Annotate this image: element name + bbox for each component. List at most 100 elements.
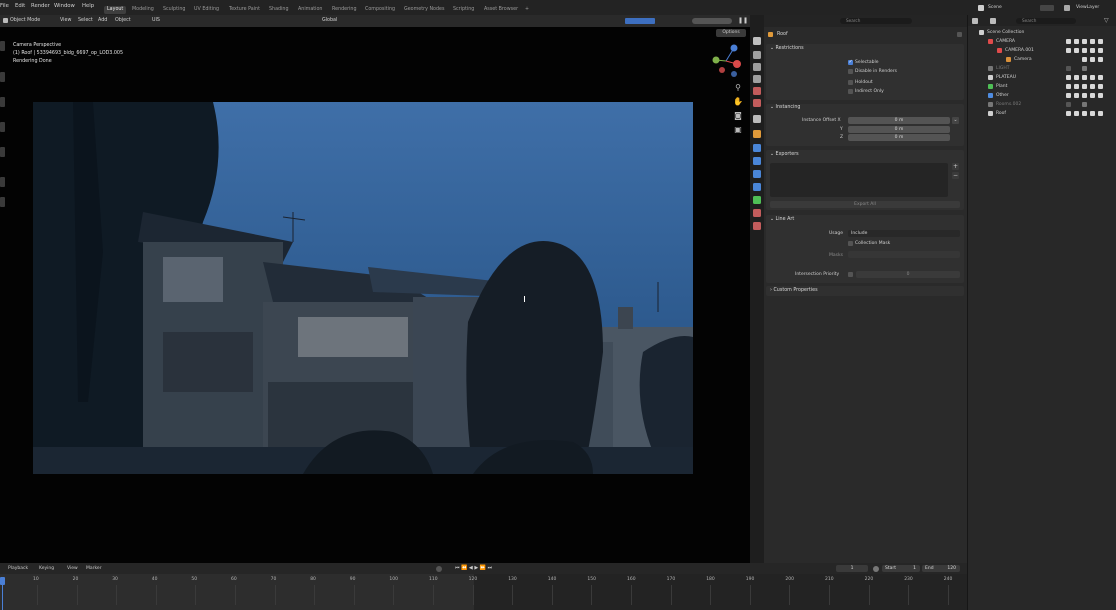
view-layer-tab-icon[interactable]: [753, 75, 761, 83]
outliner-row-scene-collection[interactable]: Scene Collection: [968, 28, 1116, 37]
select-arrow-icon[interactable]: [1074, 111, 1079, 116]
lock-icon[interactable]: ▣: [733, 125, 743, 135]
eye-icon[interactable]: [1082, 84, 1087, 89]
checkbox-icon[interactable]: [1066, 39, 1071, 44]
camera-render-icon[interactable]: [1090, 84, 1095, 89]
eye-icon[interactable]: [1082, 111, 1087, 116]
usage-dropdown[interactable]: Include: [848, 230, 960, 237]
data-tab-icon[interactable]: [753, 196, 761, 204]
tool-measure[interactable]: [0, 197, 5, 207]
menu-window[interactable]: Window: [54, 3, 75, 9]
indirect-only-checkbox[interactable]: [848, 89, 853, 94]
uis-label[interactable]: UIS: [152, 18, 160, 23]
camera-render-icon[interactable]: [1090, 75, 1095, 80]
end-frame-field[interactable]: End 120: [922, 565, 960, 572]
render-icon[interactable]: [1098, 111, 1103, 116]
outliner-search[interactable]: Search: [1016, 18, 1076, 24]
checkbox-icon[interactable]: [1066, 84, 1071, 89]
outliner-editor-icon[interactable]: [972, 18, 978, 24]
pause-icon[interactable]: ❚❚: [738, 18, 748, 24]
tab-layout[interactable]: Layout: [104, 6, 127, 14]
zoom-icon[interactable]: ⚲: [733, 83, 743, 93]
navigation-gizmo[interactable]: [710, 42, 742, 84]
eye-icon[interactable]: [1082, 102, 1087, 107]
menu-view[interactable]: View: [60, 18, 71, 23]
outliner-row-plateau[interactable]: PLATEAU: [968, 73, 1116, 82]
constraints-tab-icon[interactable]: [753, 183, 761, 191]
checkbox-icon[interactable]: [1066, 48, 1071, 53]
checkbox-icon[interactable]: [1066, 102, 1071, 107]
tab-texture-paint[interactable]: Texture Paint: [226, 6, 263, 14]
render-icon[interactable]: [1098, 48, 1103, 53]
tool-tab-icon[interactable]: [753, 37, 761, 45]
eye-icon[interactable]: [1082, 48, 1087, 53]
outliner-row-camera-object[interactable]: Camera: [968, 55, 1116, 64]
select-arrow-icon[interactable]: [1074, 75, 1079, 80]
scene-tab-icon[interactable]: [753, 87, 761, 95]
select-arrow-icon[interactable]: [1074, 84, 1079, 89]
menu-add[interactable]: Add: [98, 18, 107, 23]
eye-icon[interactable]: [1082, 93, 1087, 98]
tab-sculpting[interactable]: Sculpting: [160, 6, 188, 14]
collection-tab-icon[interactable]: [753, 115, 761, 123]
scene-name[interactable]: Scene: [988, 5, 1002, 10]
start-frame-field[interactable]: Start 1: [882, 565, 920, 572]
playhead[interactable]: [0, 577, 5, 585]
properties-search[interactable]: Search: [840, 18, 912, 24]
tool-cursor[interactable]: [0, 72, 5, 82]
pin-icon[interactable]: [957, 32, 962, 37]
outliner-row-plant[interactable]: Plant: [968, 82, 1116, 91]
menu-edit[interactable]: Edit: [15, 3, 25, 9]
tab-modeling[interactable]: Modeling: [129, 6, 157, 14]
tool-select[interactable]: [0, 41, 5, 51]
menu-select[interactable]: Select: [78, 18, 93, 23]
select-arrow-icon[interactable]: [1074, 93, 1079, 98]
particles-tab-icon[interactable]: [753, 157, 761, 165]
outliner-row-other[interactable]: Other: [968, 91, 1116, 100]
add-exporter-button[interactable]: +: [952, 163, 959, 170]
material-tab-icon[interactable]: [753, 209, 761, 217]
tab-rendering[interactable]: Rendering: [329, 6, 360, 14]
eye-icon[interactable]: [1082, 66, 1087, 71]
world-tab-icon[interactable]: [753, 99, 761, 107]
line-art-header[interactable]: ⌄ Line Art: [770, 217, 794, 222]
outliner-row-roof[interactable]: Roof: [968, 109, 1116, 118]
object-name-field[interactable]: Roof: [777, 32, 788, 37]
playback-controls[interactable]: ⏮ ⏪ ◀ ▶ ⏩ ⏭: [455, 565, 492, 571]
instancing-header[interactable]: ⌄ Instancing: [770, 105, 800, 110]
options-dropdown[interactable]: Options: [716, 29, 746, 37]
auto-keying-icon[interactable]: [436, 566, 442, 572]
selectable-checkbox[interactable]: [848, 59, 853, 65]
tool-rotate[interactable]: [0, 122, 5, 132]
collection-mask-checkbox[interactable]: [848, 241, 853, 246]
offset-dropdown-icon[interactable]: ⌄: [952, 117, 959, 124]
modifiers-tab-icon[interactable]: [753, 144, 761, 152]
intersection-priority-field[interactable]: 0: [856, 271, 960, 278]
view-layer-name[interactable]: ViewLayer: [1076, 5, 1099, 10]
render-icon[interactable]: [1098, 75, 1103, 80]
tab-uv-editing[interactable]: UV Editing: [191, 6, 222, 14]
scene-buttons[interactable]: [1040, 5, 1054, 11]
eye-icon[interactable]: [1082, 57, 1087, 62]
tab-shading[interactable]: Shading: [266, 6, 292, 14]
physics-tab-icon[interactable]: [753, 170, 761, 178]
eye-icon[interactable]: [1082, 75, 1087, 80]
outliner-row-camera-collection[interactable]: CAMERA: [968, 37, 1116, 46]
camera-render-icon[interactable]: [1090, 93, 1095, 98]
remove-exporter-button[interactable]: −: [952, 172, 959, 179]
tool-scale[interactable]: [0, 147, 5, 157]
select-arrow-icon[interactable]: [1074, 39, 1079, 44]
checkbox-icon[interactable]: [1066, 93, 1071, 98]
shading-mode-buttons[interactable]: [692, 18, 732, 24]
instance-offset-x-field[interactable]: 0 m: [848, 117, 950, 124]
render-icon[interactable]: [1098, 39, 1103, 44]
eye-icon[interactable]: [1082, 39, 1087, 44]
masks-field[interactable]: [848, 251, 960, 258]
playback-menu[interactable]: Playback: [8, 566, 28, 571]
menu-help[interactable]: Help: [82, 3, 94, 9]
menu-file[interactable]: File: [0, 3, 9, 9]
instance-offset-y-field[interactable]: 0 m: [848, 126, 950, 133]
texture-tab-icon[interactable]: [753, 222, 761, 230]
render-icon[interactable]: [1098, 84, 1103, 89]
tab-compositing[interactable]: Compositing: [362, 6, 398, 14]
